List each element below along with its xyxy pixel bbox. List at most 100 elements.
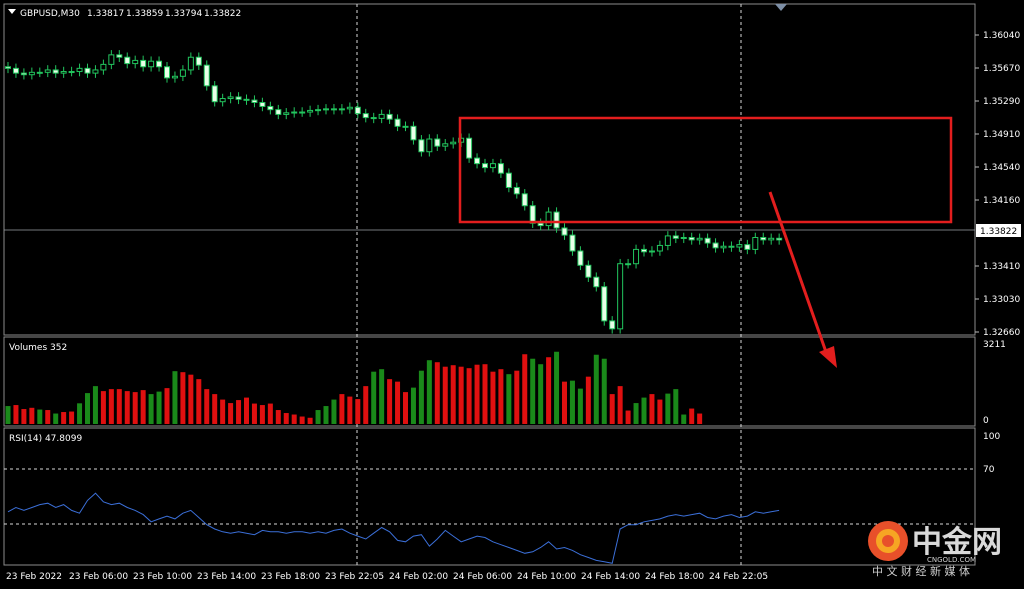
candle <box>768 233 775 245</box>
time-tick: 24 Feb 02:00 <box>389 572 448 582</box>
volume-bar <box>259 405 265 424</box>
volume-bar <box>307 417 313 424</box>
candle <box>434 134 441 151</box>
candle <box>92 65 99 78</box>
volume-bar <box>275 410 281 424</box>
volume-bar <box>569 380 575 424</box>
candle-body <box>402 125 409 128</box>
candle <box>12 63 19 78</box>
candle <box>442 139 449 151</box>
downtrend-arrow-head-icon <box>819 346 837 368</box>
candle-body <box>132 59 139 65</box>
candle-body <box>299 111 306 114</box>
candle <box>219 93 226 107</box>
candle <box>720 241 727 253</box>
candle <box>108 50 115 70</box>
ohlc-low: 1.33794 <box>165 9 202 19</box>
volume-bar <box>5 406 11 424</box>
candle-body <box>664 235 671 246</box>
time-tick: 24 Feb 06:00 <box>453 572 512 582</box>
volume-bar <box>37 409 43 424</box>
candle-body <box>513 186 520 195</box>
volume-bar <box>546 357 552 424</box>
candle <box>776 233 783 245</box>
candle <box>370 112 377 124</box>
candle-body <box>744 244 751 250</box>
candle-body <box>529 205 536 224</box>
time-tick: 24 Feb 18:00 <box>645 572 704 582</box>
candle-body <box>720 245 727 249</box>
candle <box>545 207 552 231</box>
candle <box>553 207 560 233</box>
candle <box>60 66 67 78</box>
candle <box>203 60 210 91</box>
candle-body <box>497 163 504 174</box>
price-tick: 1.34910 <box>983 130 1020 140</box>
candle-body <box>20 72 27 76</box>
candle <box>505 168 512 193</box>
rsi-line <box>7 492 780 564</box>
volume-bar <box>522 354 528 424</box>
candle-body <box>92 69 99 74</box>
time-tick: 23 Feb 06:00 <box>69 572 128 582</box>
volume-bar <box>53 413 59 424</box>
candle-body <box>545 211 552 227</box>
candle <box>513 182 520 199</box>
candle <box>402 121 409 132</box>
candle-body <box>505 172 512 188</box>
candle <box>418 135 425 157</box>
volume-bar <box>77 403 83 424</box>
shift-marker-icon[interactable] <box>775 4 787 11</box>
candle-body <box>227 96 234 100</box>
candle <box>617 258 624 334</box>
volume-bar <box>140 390 146 424</box>
volume-bar <box>363 386 369 424</box>
volume-bar <box>498 369 504 424</box>
candle-body <box>776 237 783 241</box>
price-tick: 1.35290 <box>983 97 1020 107</box>
candle-body <box>148 60 155 68</box>
volume-bar <box>609 394 615 424</box>
candle <box>171 71 178 83</box>
candle <box>84 63 91 78</box>
candle <box>704 233 711 248</box>
candle <box>211 81 218 107</box>
ohlc-close: 1.33822 <box>204 9 241 19</box>
candle <box>521 189 528 211</box>
candle <box>410 121 417 145</box>
candle-body <box>346 106 353 110</box>
candle <box>132 55 139 69</box>
candle-body <box>482 163 488 169</box>
candle-body <box>680 237 687 239</box>
candle <box>243 94 250 105</box>
symbol-label: GBPUSD,M30 <box>20 9 80 19</box>
volume-bar <box>657 399 663 424</box>
candle <box>752 232 759 255</box>
candle <box>362 108 369 123</box>
current-price-value: 1.33822 <box>980 227 1017 237</box>
candle <box>275 104 282 120</box>
dropdown-triangle-icon[interactable] <box>8 9 16 14</box>
candle-body <box>68 71 75 74</box>
candle-body <box>688 237 695 241</box>
candle-body <box>561 227 568 236</box>
candle-body <box>219 98 226 103</box>
candle-body <box>633 248 640 265</box>
candle <box>330 104 337 115</box>
chart-canvas: GBPUSD,M30 1.33817 1.33859 1.33794 1.338… <box>3 3 1021 582</box>
price-panel-frame <box>3 3 976 336</box>
candle <box>283 108 290 120</box>
candle-body <box>28 71 35 76</box>
price-tick: 1.34540 <box>983 163 1020 173</box>
volume-bar <box>593 354 599 424</box>
candle-body <box>696 237 703 241</box>
volume-bar <box>514 370 520 424</box>
candle <box>100 59 107 75</box>
candle-body <box>577 250 584 266</box>
candle <box>664 231 671 251</box>
candlestick-series <box>5 50 783 334</box>
time-axis: 23 Feb 2022 23 Feb 06:00 23 Feb 10:00 23… <box>6 572 768 582</box>
volume-bar <box>85 393 90 424</box>
candle-body <box>76 67 83 73</box>
ohlc-open: 1.33817 <box>87 9 124 19</box>
